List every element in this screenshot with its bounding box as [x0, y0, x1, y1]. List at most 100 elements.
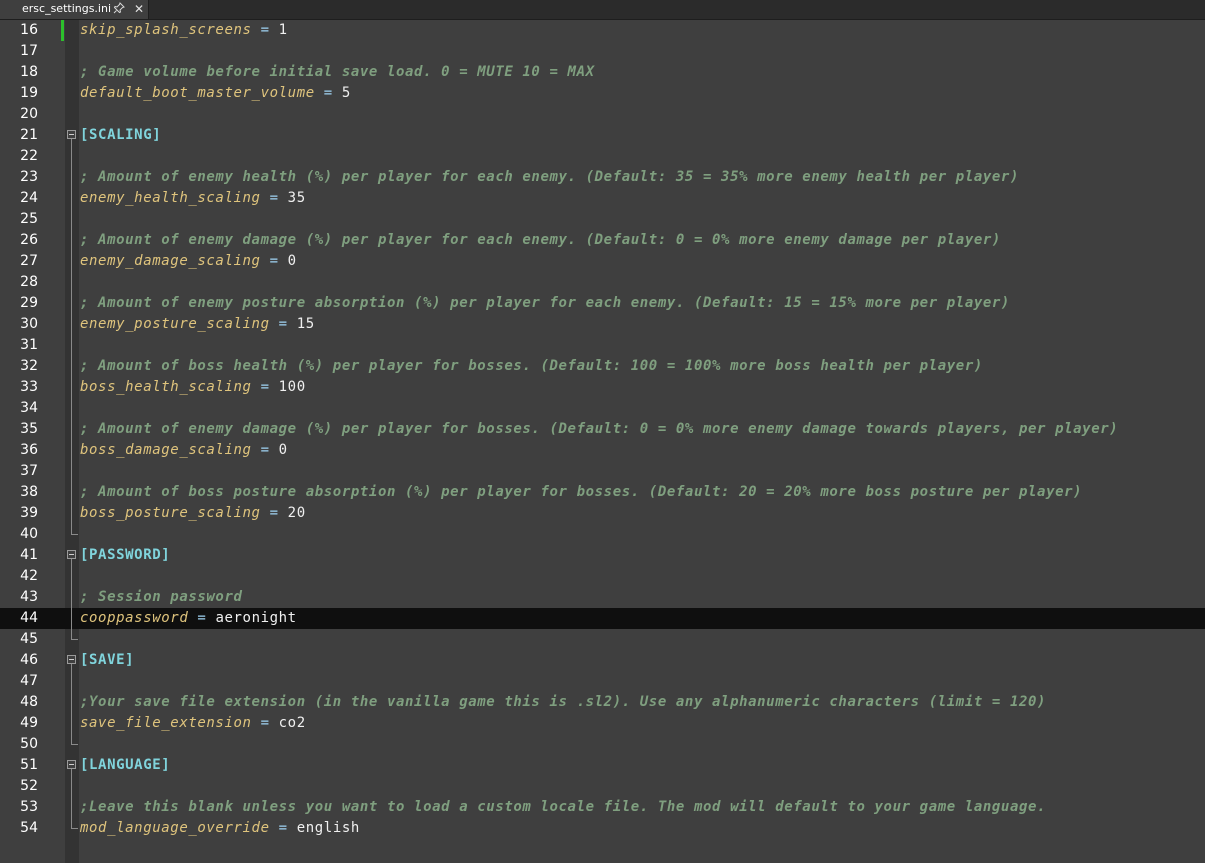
setting-value: 5: [341, 85, 351, 101]
code-line[interactable]: 52: [0, 776, 1205, 797]
code-line[interactable]: 47: [0, 671, 1205, 692]
line-number: 24: [20, 190, 38, 206]
tab-bar: ersc_settings.ini ✕: [0, 0, 1205, 20]
fold-guide: [71, 139, 72, 534]
line-number: 28: [20, 274, 38, 290]
code-line[interactable]: 20: [0, 104, 1205, 125]
code-line[interactable]: 25: [0, 209, 1205, 230]
code-line[interactable]: 54 mod_language_override = english: [0, 818, 1205, 839]
code-line[interactable]: 18 ; Game volume before initial save load…: [0, 62, 1205, 83]
code-line[interactable]: 23 ; Amount of enemy health (%) per playe…: [0, 167, 1205, 188]
line-number: 38: [20, 484, 38, 500]
code-line[interactable]: 53 ;Leave this blank unless you want to l…: [0, 797, 1205, 818]
code-line[interactable]: 50: [0, 734, 1205, 755]
code-editor[interactable]: 16 skip_splash_screens = 1 17 18 ; Game volu…: [0, 20, 1205, 863]
line-number: 32: [20, 358, 38, 374]
code-line[interactable]: 31: [0, 335, 1205, 356]
setting-key: boss_posture_scaling: [80, 505, 261, 521]
code-line[interactable]: 46 [SAVE]: [0, 650, 1205, 671]
line-number: 45: [20, 631, 38, 647]
setting-key: cooppassword: [80, 610, 189, 626]
code-line[interactable]: 22: [0, 146, 1205, 167]
setting-line: enemy_health_scaling = 35: [80, 188, 306, 209]
line-number: 50: [20, 736, 38, 752]
line-number: 18: [20, 64, 38, 80]
code-line[interactable]: 39 boss_posture_scaling = 20: [0, 503, 1205, 524]
line-number: 43: [20, 589, 38, 605]
comment-line: ; Amount of enemy health (%) per player …: [80, 169, 1019, 185]
code-line[interactable]: 33 boss_health_scaling = 100: [0, 377, 1205, 398]
pin-icon[interactable]: [112, 2, 126, 16]
fold-minus-icon[interactable]: [67, 655, 76, 664]
code-line[interactable]: 40: [0, 524, 1205, 545]
code-line[interactable]: 24 enemy_health_scaling = 35: [0, 188, 1205, 209]
setting-value: 1: [278, 22, 288, 38]
line-number: 44: [20, 610, 38, 626]
line-number: 19: [20, 85, 38, 101]
fold-guide-end: [71, 828, 78, 829]
equals-sign: =: [260, 253, 288, 269]
tab-ersc-settings[interactable]: ersc_settings.ini ✕: [0, 0, 149, 19]
fold-guide: [71, 664, 72, 744]
fold-minus-icon[interactable]: [67, 130, 76, 139]
setting-value: 0: [287, 253, 297, 269]
comment-line: ;Your save file extension (in the vanill…: [80, 694, 1047, 710]
code-line[interactable]: 42: [0, 566, 1205, 587]
fold-minus-icon[interactable]: [67, 760, 76, 769]
comment-line: ; Amount of boss health (%) per player f…: [80, 358, 983, 374]
code-line[interactable]: 17: [0, 41, 1205, 62]
line-number: 46: [20, 652, 38, 668]
line-number: 36: [20, 442, 38, 458]
line-number: 41: [20, 547, 38, 563]
code-line[interactable]: 21 [SCALING]: [0, 125, 1205, 146]
line-number: 42: [20, 568, 38, 584]
code-line[interactable]: 38 ; Amount of boss posture absorption (%…: [0, 482, 1205, 503]
comment-line: ; Amount of enemy damage (%) per player …: [80, 232, 1001, 248]
code-line[interactable]: 51 [LANGUAGE]: [0, 755, 1205, 776]
setting-key: enemy_health_scaling: [80, 190, 261, 206]
setting-value: english: [296, 820, 360, 836]
fold-minus-icon[interactable]: [67, 550, 76, 559]
line-number: 29: [20, 295, 38, 311]
line-number: 26: [20, 232, 38, 248]
current-line[interactable]: 44 cooppassword = aeronight: [0, 608, 1205, 629]
code-line[interactable]: 28: [0, 272, 1205, 293]
code-line[interactable]: 16 skip_splash_screens = 1: [0, 20, 1205, 41]
code-line[interactable]: 32 ; Amount of boss health (%) per player…: [0, 356, 1205, 377]
code-line[interactable]: 48 ;Your save file extension (in the vani…: [0, 692, 1205, 713]
close-icon[interactable]: ✕: [132, 2, 146, 16]
code-line[interactable]: 19 default_boot_master_volume = 5: [0, 83, 1205, 104]
code-line[interactable]: 30 enemy_posture_scaling = 15: [0, 314, 1205, 335]
line-number: 37: [20, 463, 38, 479]
line-number: 21: [20, 127, 38, 143]
code-line[interactable]: 49 save_file_extension = co2: [0, 713, 1205, 734]
code-line[interactable]: 34: [0, 398, 1205, 419]
code-line[interactable]: 29 ; Amount of enemy posture absorption (…: [0, 293, 1205, 314]
code-line[interactable]: 36 boss_damage_scaling = 0: [0, 440, 1205, 461]
code-line[interactable]: 41 [PASSWORD]: [0, 545, 1205, 566]
line-number: 16: [20, 22, 38, 38]
equals-sign: =: [251, 715, 279, 731]
line-number: 40: [20, 526, 38, 542]
code-line[interactable]: 26 ; Amount of enemy damage (%) per playe…: [0, 230, 1205, 251]
fold-guide-end: [71, 639, 78, 640]
setting-value: 20: [287, 505, 306, 521]
line-number: 25: [20, 211, 38, 227]
line-number: 23: [20, 169, 38, 185]
code-line[interactable]: 27 enemy_damage_scaling = 0: [0, 251, 1205, 272]
line-number: 54: [20, 820, 38, 836]
setting-key: save_file_extension: [80, 715, 252, 731]
code-line[interactable]: 45: [0, 629, 1205, 650]
line-number: 34: [20, 400, 38, 416]
code-line[interactable]: 35 ; Amount of enemy damage (%) per playe…: [0, 419, 1205, 440]
line-number: 48: [20, 694, 38, 710]
setting-key: enemy_damage_scaling: [80, 253, 261, 269]
comment-line: ; Game volume before initial save load. …: [80, 64, 595, 80]
setting-value: 15: [296, 316, 315, 332]
section-header: [PASSWORD]: [80, 547, 171, 563]
setting-line: default_boot_master_volume = 5: [80, 83, 351, 104]
setting-value: co2: [278, 715, 306, 731]
code-line[interactable]: 43 ; Session password: [0, 587, 1205, 608]
code-line[interactable]: 37: [0, 461, 1205, 482]
setting-value: 35: [287, 190, 306, 206]
